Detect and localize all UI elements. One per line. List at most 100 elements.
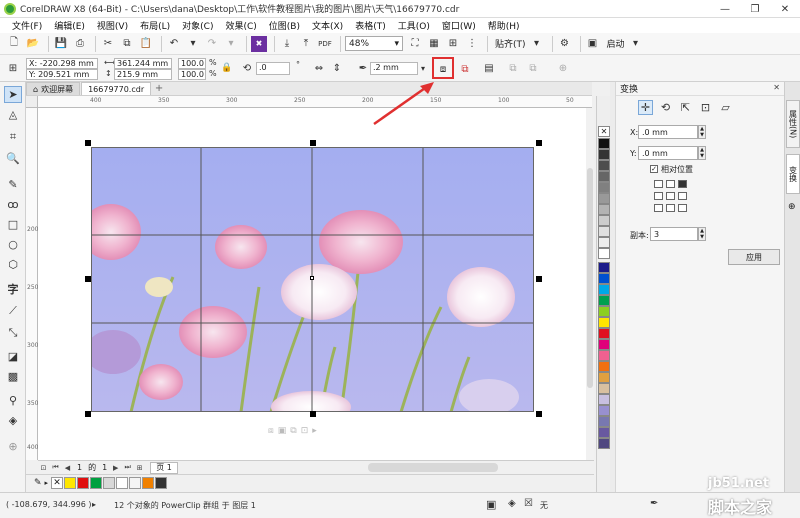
launch-dropdown-icon[interactable]: ▾: [628, 36, 644, 52]
menu-table[interactable]: 表格(T): [349, 19, 392, 32]
anchor-middle-left[interactable]: [654, 192, 663, 200]
side-add-icon[interactable]: ⊕: [788, 202, 796, 212]
anchor-bottom-left[interactable]: [654, 204, 663, 212]
extract-contents-mini-icon[interactable]: ⧉: [290, 426, 296, 436]
selection-handle-bottom-center[interactable]: [310, 411, 316, 417]
anchor-middle-right[interactable]: [678, 192, 687, 200]
horizontal-ruler[interactable]: 400 350 300 250 200 150 100 50: [38, 96, 592, 108]
apply-button[interactable]: 应用: [728, 249, 780, 265]
zoom-tool-icon[interactable]: 🔍: [4, 150, 22, 167]
outline-width-field[interactable]: .2 mm: [370, 62, 418, 75]
copies-spinner[interactable]: ▲ ▼: [698, 227, 706, 241]
previous-page-icon[interactable]: ◀: [62, 462, 73, 473]
add-tool-icon[interactable]: ⊕: [4, 438, 22, 455]
anchor-bottom-center[interactable]: [666, 204, 675, 212]
group-icon[interactable]: ⧉: [506, 61, 520, 75]
rotate-mode-icon[interactable]: ⟲: [658, 100, 673, 115]
menu-layout[interactable]: 布局(L): [134, 19, 176, 32]
palette-swatch-gray-50[interactable]: [598, 193, 610, 204]
mirror-vertical-icon[interactable]: ⇕: [330, 61, 344, 75]
add-icon[interactable]: ⊕: [556, 61, 570, 75]
palette-swatch-gray-40[interactable]: [598, 204, 610, 215]
selection-handle-top-left[interactable]: [85, 140, 91, 146]
crop-tool-icon[interactable]: ⌗: [4, 128, 22, 145]
pen-icon[interactable]: ✒: [650, 498, 658, 509]
menu-effects[interactable]: 效果(C): [219, 19, 262, 32]
copy-icon[interactable]: ⧉: [119, 36, 135, 52]
anchor-bottom-right[interactable]: [678, 204, 687, 212]
menu-window[interactable]: 窗口(W): [436, 19, 482, 32]
menu-edit[interactable]: 编辑(E): [48, 19, 91, 32]
swatch-green[interactable]: [90, 476, 103, 489]
x-spinner[interactable]: ▲ ▼: [698, 125, 706, 139]
position-y-input[interactable]: .0 mm: [638, 146, 698, 160]
selection-handle-middle-left[interactable]: [85, 276, 91, 282]
palette-swatch-cyan[interactable]: [598, 284, 610, 295]
anchor-top-left[interactable]: [654, 180, 663, 188]
first-page-icon[interactable]: ⏮: [50, 462, 61, 473]
show-guidelines-icon[interactable]: ⋮: [464, 36, 480, 52]
palette-swatch-gray-80[interactable]: [598, 160, 610, 171]
docker-close-icon[interactable]: ✕: [773, 83, 780, 92]
ellipse-tool-icon[interactable]: ○: [4, 236, 22, 253]
object-width-field[interactable]: 361.244 mm: [114, 58, 172, 69]
lock-ratio-icon[interactable]: 🔒: [220, 61, 234, 75]
import-icon[interactable]: ⤓: [279, 36, 295, 52]
zoom-level-select[interactable]: 48% ▾: [345, 36, 403, 51]
swatch-dark[interactable]: [155, 476, 168, 489]
close-button[interactable]: ✕: [770, 0, 800, 18]
palette-swatch-gray-60[interactable]: [598, 182, 610, 193]
new-document-icon[interactable]: 🗋: [6, 36, 22, 52]
search-content-icon[interactable]: ✖: [251, 35, 267, 52]
menu-tools[interactable]: 工具(O): [392, 19, 436, 32]
extract-contents-icon[interactable]: ⧉: [458, 62, 472, 76]
interactive-fill-icon[interactable]: ◈: [4, 412, 22, 429]
selection-handle-bottom-right[interactable]: [536, 411, 542, 417]
undo-dropdown-icon[interactable]: ▾: [185, 36, 201, 52]
horizontal-scrollbar[interactable]: [368, 463, 498, 472]
selection-center-marker[interactable]: [310, 276, 314, 280]
redo-dropdown-icon[interactable]: ▾: [223, 36, 239, 52]
fill-indicator-icon[interactable]: ◈: [508, 498, 516, 509]
palette-swatch-gray-30[interactable]: [598, 215, 610, 226]
connector-tool-icon[interactable]: ⤡: [4, 324, 22, 341]
drop-shadow-icon[interactable]: ◪: [4, 348, 22, 365]
parallel-dimension-icon[interactable]: ⟋: [4, 302, 22, 319]
position-y-field[interactable]: Y: 209.521 mm: [26, 69, 98, 80]
ungroup-icon[interactable]: ⧉: [526, 61, 540, 75]
anchor-center[interactable]: [666, 192, 675, 200]
freehand-tool-icon[interactable]: ✎: [4, 176, 22, 193]
swatch-light-gray[interactable]: [103, 476, 116, 489]
position-mode-icon[interactable]: ✛: [638, 100, 653, 115]
new-tab-button[interactable]: +: [152, 82, 166, 95]
palette-swatch-periwinkle[interactable]: [598, 405, 610, 416]
object-height-field[interactable]: 215.9 mm: [114, 69, 172, 80]
zoom-fit-icon[interactable]: ⊡: [38, 462, 49, 473]
snap-to-menu[interactable]: 贴齐(T): [495, 37, 526, 50]
palette-swatch-gray-70[interactable]: [598, 171, 610, 182]
add-page-icon[interactable]: ⊞: [134, 462, 145, 473]
tab-welcome-screen[interactable]: ⌂ 欢迎屏幕: [26, 82, 81, 95]
swatch-none[interactable]: ✕: [51, 476, 64, 489]
palette-swatch-green[interactable]: [598, 295, 610, 306]
ruler-corner[interactable]: [26, 96, 38, 108]
next-page-icon[interactable]: ▶: [110, 462, 121, 473]
artistic-media-icon[interactable]: ꝏ: [4, 196, 22, 213]
menu-help[interactable]: 帮助(H): [482, 19, 526, 32]
size-mode-icon[interactable]: ⊡: [698, 100, 713, 115]
copies-input[interactable]: 3: [650, 227, 698, 241]
publish-pdf-icon[interactable]: PDF: [317, 36, 333, 52]
palette-swatch-gray-90[interactable]: [598, 149, 610, 160]
wrap-text-icon[interactable]: ▤: [482, 61, 496, 75]
export-icon[interactable]: ⤒: [298, 36, 314, 52]
selection-handle-bottom-left[interactable]: [85, 411, 91, 417]
vertical-scroll-thumb[interactable]: [587, 168, 593, 388]
swatch-white[interactable]: [116, 476, 129, 489]
palette-swatch-yellow[interactable]: [598, 317, 610, 328]
menu-object[interactable]: 对象(C): [176, 19, 219, 32]
vertical-ruler[interactable]: 200 250 300 350 400: [26, 108, 38, 460]
outline-dropdown-icon[interactable]: ▾: [416, 61, 430, 75]
palette-swatch-purple[interactable]: [598, 427, 610, 438]
text-tool-icon[interactable]: 字: [4, 280, 22, 297]
tab-document[interactable]: 16679770.cdr: [81, 82, 152, 95]
